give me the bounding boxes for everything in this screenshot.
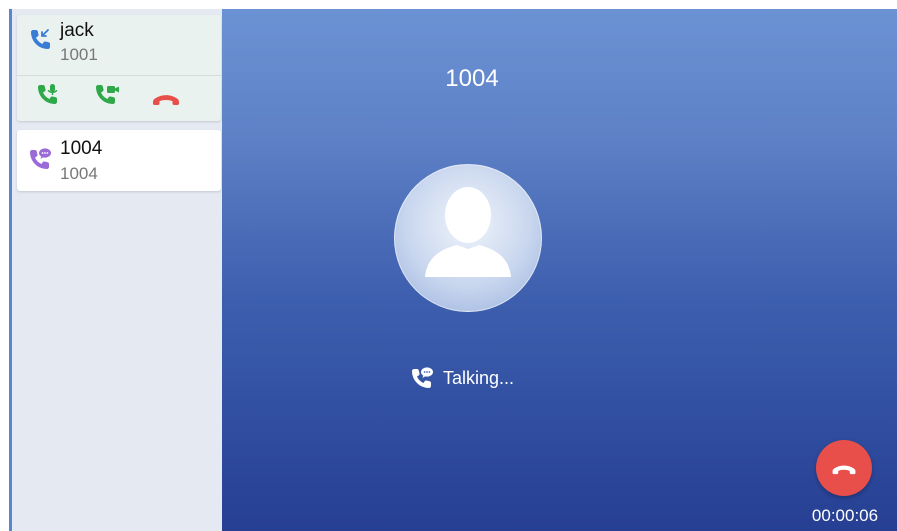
caller-name: 1004 [60, 138, 103, 159]
call-status: Talking... [409, 364, 514, 392]
incoming-call-icon [31, 29, 50, 49]
hang-up-button[interactable] [816, 440, 872, 496]
divider [17, 75, 221, 76]
call-card-incoming[interactable]: jack 1001 [17, 15, 221, 121]
active-call-panel: 1004 Talking... 00:00:06 [222, 9, 897, 531]
caller-number: 1004 [60, 164, 98, 183]
active-caller-number: 1004 [445, 65, 499, 92]
answer-audio-button[interactable] [33, 81, 67, 115]
call-actions [33, 81, 213, 115]
talking-phone-icon [412, 367, 433, 388]
hang-up-icon [832, 465, 856, 475]
reject-call-button[interactable] [149, 81, 183, 115]
answer-video-button[interactable] [91, 81, 125, 115]
talking-phone-icon [30, 148, 51, 169]
caller-name: jack [60, 20, 94, 41]
call-duration: 00:00:06 [811, 506, 879, 525]
caller-number: 1001 [60, 45, 98, 64]
person-avatar-icon [394, 164, 542, 312]
call-status-text: Talking... [443, 367, 515, 388]
phone-screen: jack 1001 1004 1004 1004 Talking... 00:0… [9, 9, 897, 531]
call-list-sidebar: jack 1001 1004 1004 [9, 9, 222, 531]
call-card-active[interactable]: 1004 1004 [17, 130, 221, 191]
